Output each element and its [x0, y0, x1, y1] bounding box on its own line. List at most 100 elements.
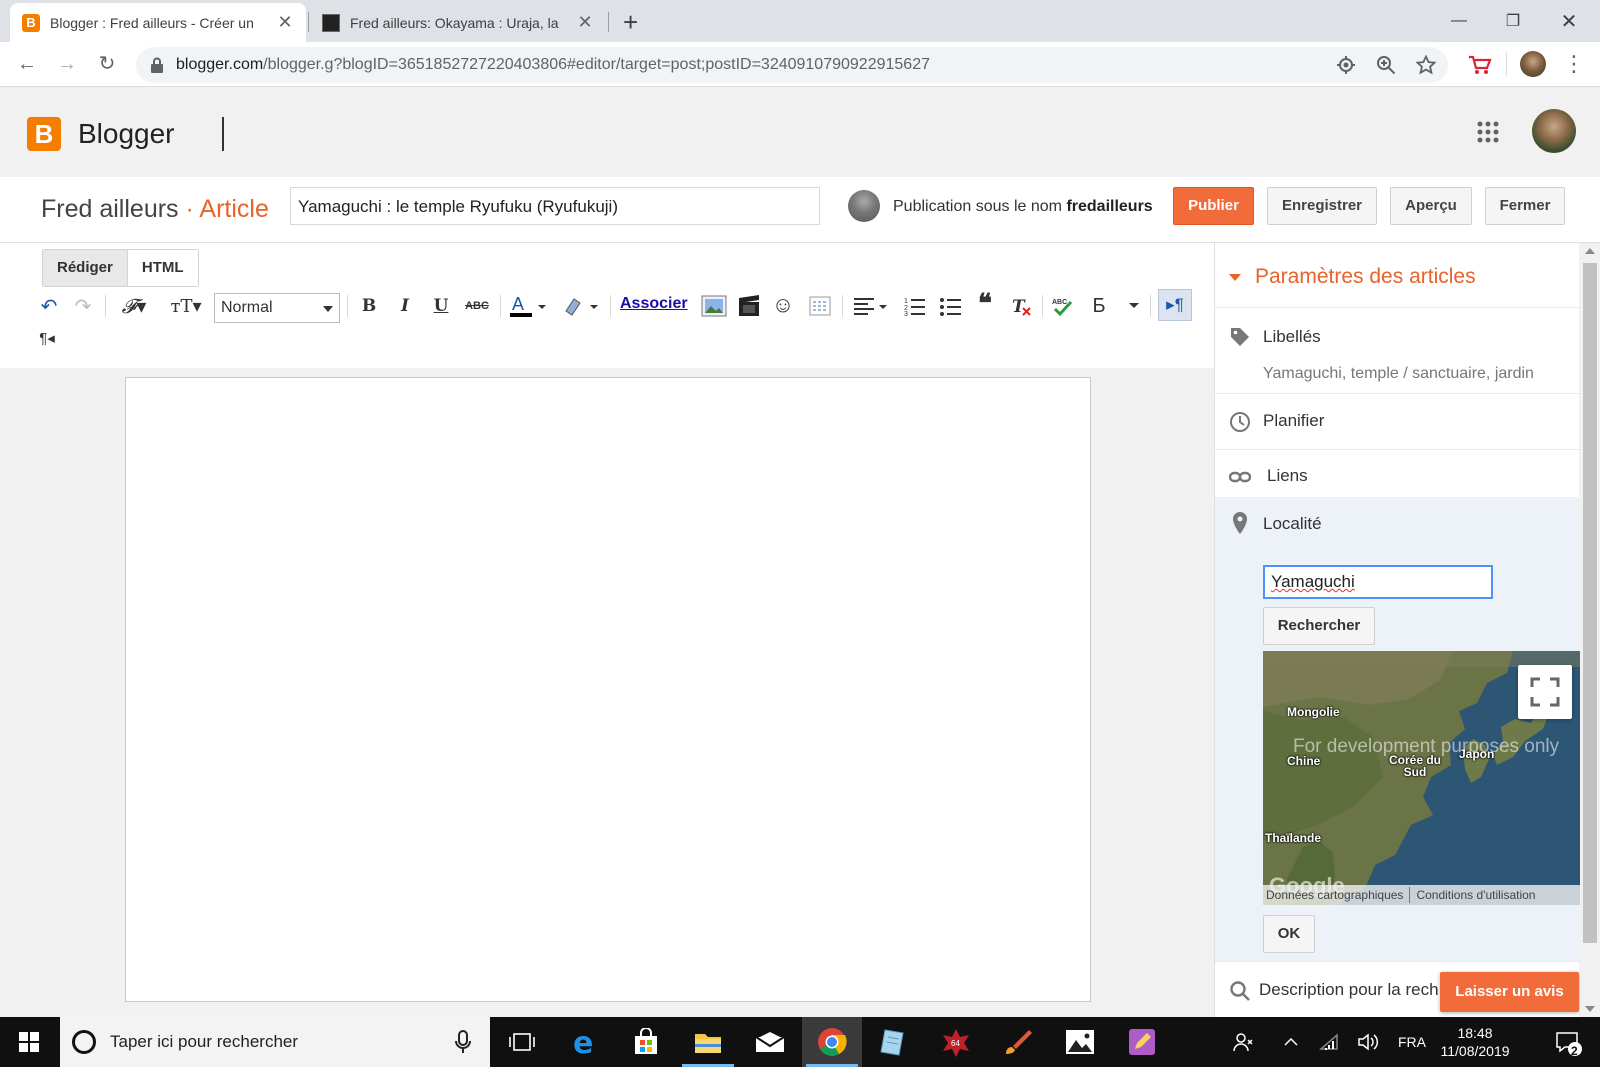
address-bar[interactable]: blogger.com/blogger.g?blogID=36518527272… — [136, 47, 1448, 83]
location-target-icon[interactable] — [1336, 55, 1356, 75]
scrollbar-thumb[interactable] — [1583, 263, 1597, 943]
taskbar-search-box[interactable]: Taper ici pour rechercher — [60, 1017, 490, 1067]
scroll-up-arrow-icon[interactable] — [1585, 248, 1595, 254]
post-body-editor[interactable] — [125, 377, 1091, 1002]
paragraph-format-select[interactable]: Normal — [214, 293, 340, 323]
map-fullscreen-button[interactable] — [1518, 665, 1572, 719]
forward-button[interactable]: → — [55, 52, 79, 76]
show-hidden-icons-chevron-icon[interactable] — [1278, 1017, 1304, 1067]
publish-button[interactable]: Publier — [1173, 187, 1254, 225]
restore-window-button[interactable]: ❐ — [1490, 6, 1536, 36]
remove-formatting-icon[interactable]: T — [1008, 293, 1034, 319]
location-ok-button[interactable]: OK — [1263, 915, 1315, 953]
italic-icon[interactable]: I — [392, 293, 418, 319]
ltr-direction-icon[interactable]: ▸¶ — [1158, 289, 1192, 321]
taskbar-mail[interactable] — [740, 1017, 800, 1067]
start-button[interactable] — [0, 1017, 58, 1067]
menu-dots-icon[interactable]: ⋮ — [1562, 52, 1586, 76]
system-clock[interactable]: 18:48 11/08/2019 — [1440, 1024, 1510, 1060]
redo-icon[interactable]: ↷ — [70, 293, 96, 319]
task-view-button[interactable] — [492, 1017, 552, 1067]
post-title-input[interactable]: Yamaguchi : le temple Ryufuku (Ryufukuji… — [290, 187, 820, 225]
reload-button[interactable]: ↻ — [95, 52, 119, 76]
transliteration-icon[interactable]: Б — [1086, 293, 1112, 319]
browser-tab-strip: B Blogger : Fred ailleurs - Créer un ✕ F… — [0, 0, 1600, 42]
preview-button[interactable]: Aperçu — [1390, 187, 1472, 225]
wifi-icon[interactable] — [1316, 1017, 1344, 1067]
spellcheck-icon[interactable]: ABC — [1050, 293, 1076, 319]
rtl-direction-icon[interactable]: ¶◂ — [34, 325, 60, 351]
map-data-link[interactable]: Données cartographiques — [1263, 888, 1406, 902]
emoji-icon[interactable]: ☺ — [770, 292, 796, 318]
bold-icon[interactable]: B — [356, 293, 382, 319]
close-tab-icon[interactable]: ✕ — [276, 12, 294, 33]
blogger-logo-icon[interactable]: B — [27, 117, 61, 151]
people-icon[interactable] — [1228, 1017, 1258, 1067]
insert-jump-break-icon[interactable] — [806, 293, 834, 319]
tab-fred-ailleurs[interactable]: Fred ailleurs: Okayama : Uraja, la ✕ — [310, 3, 606, 42]
taskbar-store[interactable] — [616, 1017, 676, 1067]
numbered-list-icon[interactable]: 123 — [902, 293, 928, 319]
tab-compose[interactable]: Rédiger — [43, 250, 128, 286]
browser-toolbar: ← → ↻ blogger.com/blogger.g?blogID=36518… — [0, 42, 1600, 87]
account-avatar[interactable] — [1532, 109, 1576, 153]
underline-icon[interactable]: U — [428, 293, 454, 319]
language-indicator[interactable]: FRA — [1394, 1017, 1430, 1067]
new-tab-button[interactable]: + — [623, 7, 638, 38]
taskbar-app-notebook[interactable] — [864, 1017, 924, 1067]
post-settings-header[interactable]: Paramètres des articles — [1229, 265, 1476, 289]
save-button[interactable]: Enregistrer — [1267, 187, 1377, 225]
zoom-icon[interactable] — [1376, 55, 1396, 75]
close-tab-icon[interactable]: ✕ — [576, 12, 594, 33]
sidebar-item-labels[interactable]: Libellés Yamaguchi, temple / sanctuaire,… — [1215, 307, 1580, 393]
link-button[interactable]: Associer — [620, 295, 688, 313]
align-icon[interactable] — [852, 293, 890, 319]
location-search-button[interactable]: Rechercher — [1263, 607, 1375, 645]
bookmark-star-icon[interactable] — [1416, 55, 1436, 75]
collapse-triangle-icon — [1229, 273, 1241, 281]
taskbar-app-photos[interactable] — [1050, 1017, 1110, 1067]
minimize-window-button[interactable]: — — [1436, 6, 1482, 36]
svg-text:ABC: ABC — [1052, 299, 1067, 306]
tab-blogger[interactable]: B Blogger : Fred ailleurs - Créer un ✕ — [10, 3, 306, 42]
location-search-input[interactable]: Yamaguchi — [1263, 565, 1493, 599]
profile-avatar[interactable] — [1520, 51, 1546, 77]
cart-extension-icon[interactable] — [1466, 52, 1492, 78]
insert-video-icon[interactable] — [736, 293, 762, 319]
font-family-icon[interactable]: 𝓕▾ — [114, 293, 154, 319]
font-size-icon[interactable]: тT▾ — [164, 293, 208, 319]
quote-icon[interactable]: ❝ — [972, 289, 998, 319]
sidebar-scrollbar[interactable] — [1580, 243, 1600, 1017]
highlight-color-icon[interactable] — [560, 293, 602, 319]
transliteration-dropdown-icon[interactable] — [1124, 293, 1144, 319]
taskbar-app-red[interactable]: 64 — [926, 1017, 986, 1067]
apps-grid-icon[interactable] — [1476, 120, 1500, 144]
taskbar-chrome[interactable] — [802, 1017, 862, 1067]
blog-name[interactable]: Fred ailleurs — [41, 195, 179, 223]
location-map[interactable]: Mongolie Chine Corée du Sud Japon Thaïla… — [1263, 651, 1580, 905]
close-button[interactable]: Fermer — [1485, 187, 1565, 225]
back-button[interactable]: ← — [15, 52, 39, 76]
sidebar-item-links[interactable]: Liens — [1215, 449, 1580, 497]
app-name[interactable]: Blogger — [78, 118, 175, 150]
map-terms-link[interactable]: Conditions d'utilisation — [1413, 888, 1538, 902]
strikethrough-icon[interactable]: ABC — [462, 293, 492, 319]
bulleted-list-icon[interactable] — [938, 293, 964, 319]
insert-image-icon[interactable] — [700, 293, 728, 319]
scroll-down-arrow-icon[interactable] — [1585, 1006, 1595, 1012]
sidebar-item-schedule[interactable]: Planifier — [1215, 393, 1580, 449]
feedback-button[interactable]: Laisser un avis — [1440, 972, 1579, 1012]
close-window-button[interactable]: ✕ — [1546, 6, 1592, 36]
taskbar-app-paint[interactable] — [988, 1017, 1048, 1067]
taskbar-edge[interactable]: e — [554, 1017, 614, 1067]
volume-icon[interactable] — [1354, 1017, 1382, 1067]
undo-icon[interactable]: ↶ — [36, 293, 62, 319]
toolbar-separator — [842, 295, 843, 317]
text-color-icon[interactable]: A — [508, 293, 550, 319]
taskbar-file-explorer[interactable] — [678, 1017, 738, 1067]
taskbar-app-editor[interactable] — [1112, 1017, 1172, 1067]
microphone-icon[interactable] — [455, 1030, 471, 1054]
tab-separator — [308, 12, 309, 32]
tab-html[interactable]: HTML — [127, 250, 198, 286]
action-center-button[interactable]: 2 — [1548, 1017, 1588, 1067]
